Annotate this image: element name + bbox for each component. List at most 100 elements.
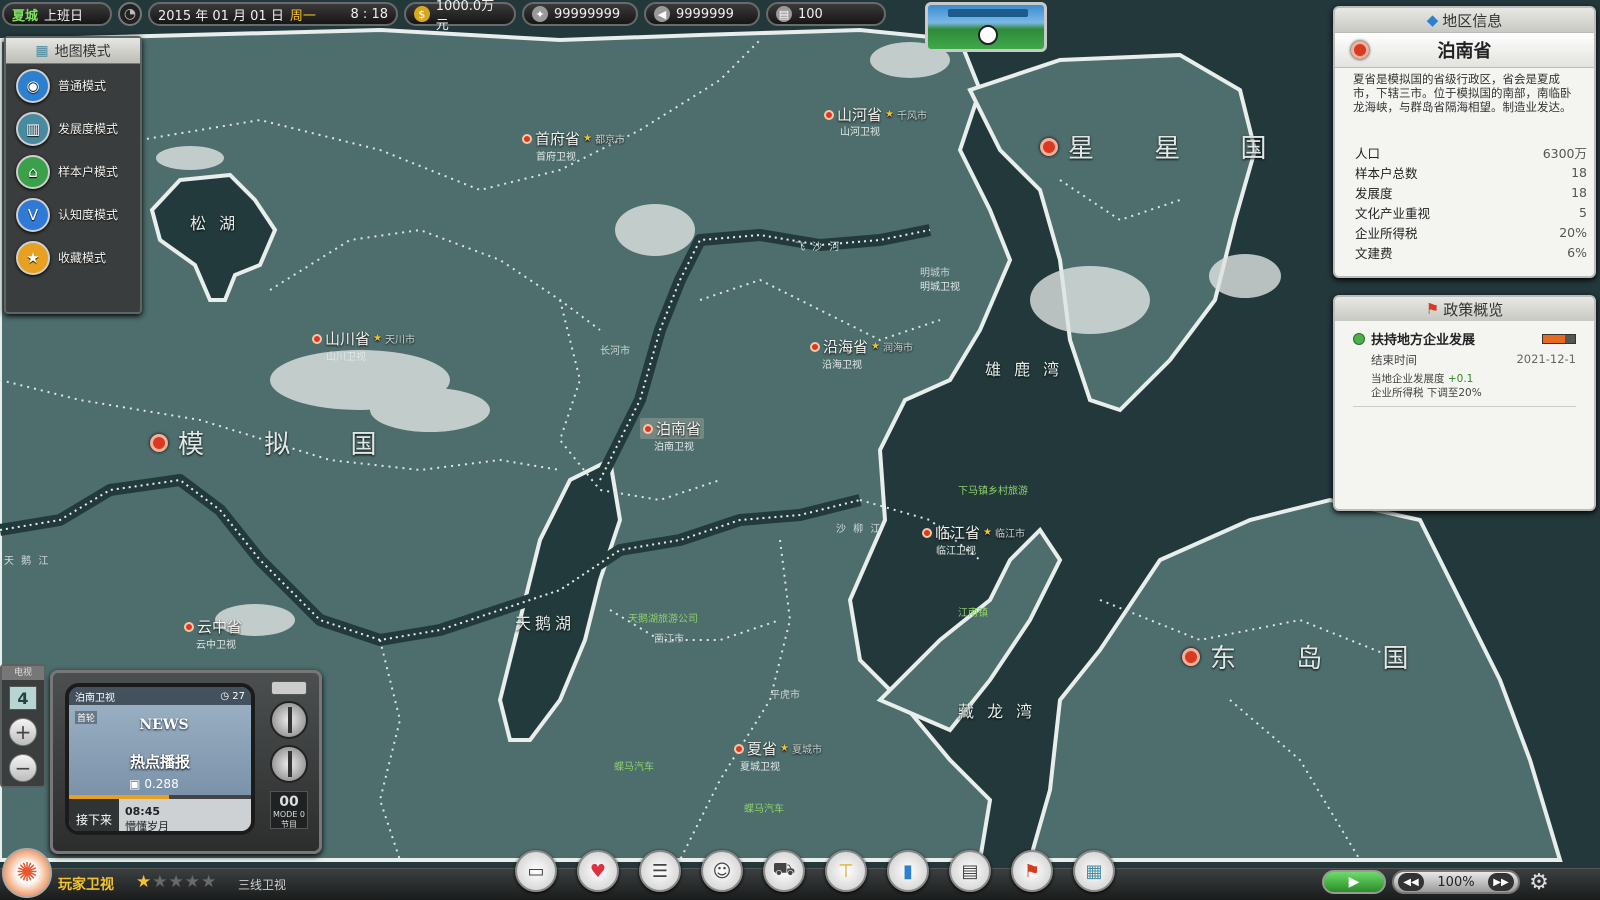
- country-label-xingxing[interactable]: 星 星 国: [1040, 128, 1293, 165]
- divider: [1353, 406, 1576, 407]
- policy-overview-panel: ⚑ 政策概览 扶持地方企业发展 结束时间 2021-12-1 当地企业发展度 +…: [1333, 295, 1596, 511]
- channel-plus-button[interactable]: +: [9, 718, 37, 746]
- list-icon[interactable]: ☰: [639, 850, 681, 892]
- stat-a-pill: ✦ 99999999: [522, 2, 638, 26]
- province-linjiang[interactable]: 临江省 ★ 临江市: [922, 522, 1025, 543]
- play-button[interactable]: ▶: [1322, 870, 1386, 894]
- country-marker-icon: [1040, 137, 1058, 156]
- city-status-pill[interactable]: 夏城 上班日: [2, 2, 112, 26]
- city-pinghu[interactable]: 平虎市: [770, 686, 800, 701]
- newspaper-icon[interactable]: ▤: [949, 850, 991, 892]
- country-label-dongdao[interactable]: 东 岛 国: [1182, 638, 1435, 675]
- people-icon[interactable]: ☺: [701, 850, 743, 892]
- tv-station-xia[interactable]: 夏城卫视: [740, 758, 780, 773]
- poi-jiangnan-town[interactable]: 江南镇: [958, 604, 988, 619]
- mode-sample-household-button[interactable]: ⌂ 样本户模式: [6, 150, 140, 193]
- stat-label: 发展度: [1355, 185, 1393, 201]
- city-star-icon: ★: [885, 109, 894, 120]
- city-star-icon: ★: [983, 527, 992, 538]
- province-capital-icon: [643, 423, 653, 434]
- poi-swan-lake-tour[interactable]: 天鹅湖旅游公司: [628, 610, 698, 625]
- crane-icon[interactable]: ⊤: [825, 850, 867, 892]
- tv-knob-1[interactable]: [270, 701, 308, 739]
- stat-c-pill: ▤ 100: [766, 2, 886, 26]
- water-label-canglong-bay: 藏 龙 湾: [958, 702, 1037, 721]
- news-logo: NEWS: [139, 717, 189, 733]
- city-changhe[interactable]: 长河市: [600, 342, 630, 357]
- tv-screen[interactable]: 泊南卫视 ◷ 27 首轮 NEWS 热点播报 ▣ 0.288 接下来 08:45 …: [65, 683, 255, 835]
- policy-active-icon: [1353, 332, 1365, 345]
- province-shanchuan[interactable]: 山川省 ★ 天川市: [312, 328, 415, 349]
- province-xia[interactable]: 夏省 ★ 夏城市: [734, 738, 822, 759]
- tv-station-mingcheng[interactable]: 明城卫视: [920, 278, 960, 293]
- region-info-panel: ◆ 地区信息 泊南省 夏省是模拟国的省级行政区，省会是夏成市，下辖三市。位于模拟…: [1333, 6, 1596, 278]
- city-star-icon: ★: [780, 743, 789, 754]
- map-pin-icon: ◉: [16, 68, 50, 103]
- channel-minus-button[interactable]: −: [9, 754, 37, 782]
- city-xijiang[interactable]: 西江市: [654, 630, 684, 645]
- mode-awareness-button[interactable]: V 认知度模式: [6, 193, 140, 236]
- tv-channel-row: 泊南卫视 ◷ 27: [69, 687, 251, 705]
- city-star-icon: ★: [871, 341, 880, 352]
- event-thumbnail[interactable]: [925, 2, 1047, 52]
- policy-list[interactable]: 扶持地方企业发展 结束时间 2021-12-1 当地企业发展度 +0.1 企业所…: [1335, 321, 1594, 415]
- tv-icon[interactable]: ▭: [515, 850, 557, 892]
- heart-icon[interactable]: ♥: [577, 850, 619, 892]
- province-shoufu[interactable]: 首府省 ★ 都京市: [522, 128, 625, 149]
- cart-icon[interactable]: ⛟: [763, 850, 805, 892]
- tv-switch[interactable]: [271, 681, 307, 695]
- player-channel-logo-icon[interactable]: ✺: [2, 848, 52, 898]
- river-label-feisha: 飞 沙 河: [795, 242, 842, 253]
- tv-station-yanhai[interactable]: 沿海卫视: [822, 356, 862, 371]
- lightbulb-icon: ✦: [532, 6, 548, 22]
- policy-end-row: 结束时间 2021-12-1: [1353, 352, 1576, 368]
- province-yunzhong[interactable]: 云中省: [184, 616, 242, 637]
- sample-house-icon: ⌂: [16, 154, 50, 189]
- poi-dieyma-car-1[interactable]: 蝶马汽车: [614, 758, 654, 773]
- tv-program-tag: 首轮: [75, 711, 98, 724]
- tv-station-bonan[interactable]: 泊南卫视: [654, 438, 694, 453]
- speed-up-button[interactable]: ▶▶: [1487, 873, 1514, 891]
- region-description: 夏省是模拟国的省级行政区，省会是夏成市，下辖三市。位于模拟国的南部，南临卧龙海峡…: [1353, 72, 1572, 114]
- speed-control: ◀◀ 100% ▶▶: [1392, 870, 1520, 894]
- province-bonan-selected[interactable]: 泊南省: [640, 418, 705, 439]
- province-shanhe[interactable]: 山河省 ★ 千风市: [824, 104, 927, 125]
- poi-dieyma-car-2[interactable]: 蝶马汽车: [744, 800, 784, 815]
- policy-item[interactable]: 扶持地方企业发展: [1353, 329, 1576, 348]
- map-icon[interactable]: ▦: [1073, 850, 1115, 892]
- stat-c-value: 100: [798, 6, 823, 22]
- tv-next-program[interactable]: 接下来 08:45 懵懂岁月: [69, 799, 251, 833]
- region-stats-table: 人口 6300万 样本户总数 18 发展度 18 文化产业重视 5 企业所得税 20% 文…: [1355, 142, 1587, 262]
- country-label-moni[interactable]: 模 拟 国: [150, 424, 403, 461]
- province-capital-icon: [522, 133, 532, 144]
- city-mingcheng[interactable]: 明城市: [920, 264, 950, 279]
- mode-normal-button[interactable]: ◉ 普通模式: [6, 64, 140, 107]
- viewer-icon: ◷: [220, 690, 230, 702]
- next-program-name: 懵懂岁月: [125, 819, 169, 833]
- bar-chart-icon[interactable]: ▮: [887, 850, 929, 892]
- tv-station-linjiang[interactable]: 临江卫视: [936, 542, 976, 557]
- tv-station-shanchuan[interactable]: 山川卫视: [326, 348, 366, 363]
- gear-icon[interactable]: ⚙: [1526, 869, 1552, 895]
- tv-channel-controls: 电视 4 + −: [0, 664, 46, 788]
- tv-station-shoufu[interactable]: 首府卫视: [536, 148, 576, 163]
- tv-knob-2[interactable]: [270, 745, 308, 783]
- clock-icon[interactable]: ◔: [118, 2, 142, 26]
- tv-station-shanhe[interactable]: 山河卫视: [840, 123, 880, 138]
- star-empty-icon: ★★★★: [152, 872, 218, 892]
- tv-station-yunzhong[interactable]: 云中卫视: [196, 636, 236, 651]
- country-marker-icon: [1182, 647, 1200, 666]
- slow-down-button[interactable]: ◀◀: [1398, 873, 1424, 891]
- mode-collection-button[interactable]: ★ 收藏模式: [6, 236, 140, 279]
- province-capital-icon: [184, 621, 194, 632]
- mode-development-button[interactable]: ▥ 发展度模式: [6, 107, 140, 150]
- poi-xiama-tour[interactable]: 下马镇乡村旅游: [958, 482, 1028, 497]
- region-name: 泊南省: [1437, 41, 1492, 62]
- province-yanhai[interactable]: 沿海省 ★ 润海市: [810, 336, 913, 357]
- flag-icon[interactable]: ⚑: [1011, 850, 1053, 892]
- current-city: 夏城: [12, 8, 39, 24]
- star-filled-icon: ★: [136, 872, 153, 892]
- stat-value: 5: [1579, 204, 1587, 220]
- province-capital-icon: [312, 333, 322, 344]
- tv-widget[interactable]: 泊南卫视 ◷ 27 首轮 NEWS 热点播报 ▣ 0.288 接下来 08:45 …: [50, 670, 322, 854]
